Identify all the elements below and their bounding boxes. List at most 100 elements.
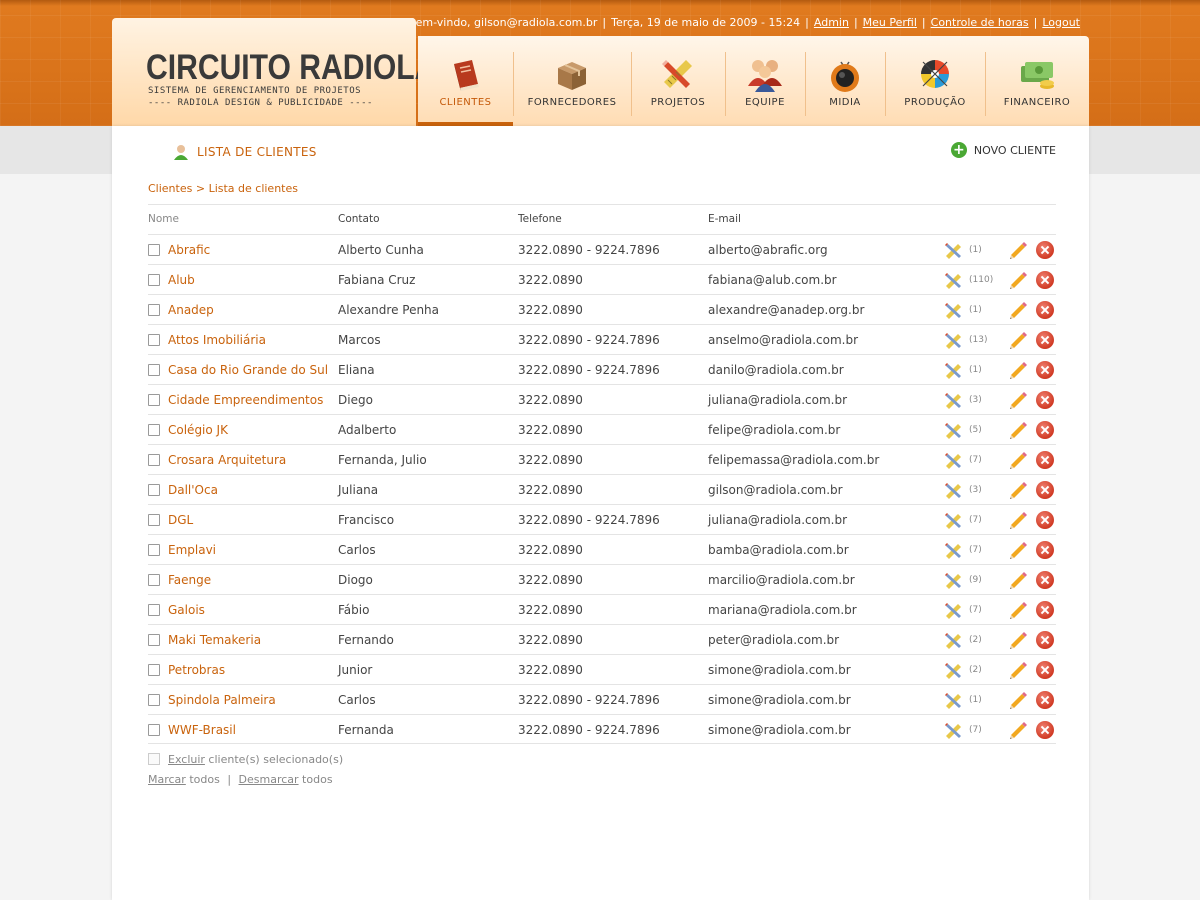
delete-icon[interactable] [1036, 661, 1054, 679]
client-name-link[interactable]: Anadep [168, 295, 214, 325]
client-name-link[interactable]: Spindola Palmeira [168, 685, 276, 715]
row-checkbox[interactable] [148, 424, 160, 436]
client-name-link[interactable]: DGL [168, 505, 193, 535]
pencil-icon[interactable] [1008, 270, 1028, 290]
projects-icon[interactable] [944, 391, 964, 409]
pencil-icon[interactable] [1008, 450, 1028, 470]
pencil-icon[interactable] [1008, 390, 1028, 410]
profile-link[interactable]: Meu Perfil [863, 16, 917, 29]
row-checkbox[interactable] [148, 574, 160, 586]
projects-icon[interactable] [944, 511, 964, 529]
client-name-link[interactable]: Alub [168, 265, 195, 295]
delete-icon[interactable] [1036, 451, 1054, 469]
delete-icon[interactable] [1036, 241, 1054, 259]
delete-icon[interactable] [1036, 391, 1054, 409]
projects-icon[interactable] [944, 541, 964, 559]
row-checkbox[interactable] [148, 394, 160, 406]
pencil-icon[interactable] [1008, 570, 1028, 590]
row-checkbox[interactable] [148, 634, 160, 646]
pencil-icon[interactable] [1008, 240, 1028, 260]
client-name-link[interactable]: Casa do Rio Grande do Sul [168, 355, 328, 385]
nav-projetos[interactable]: PROJETOS [631, 36, 725, 126]
delete-icon[interactable] [1036, 691, 1054, 709]
client-name-link[interactable]: Faenge [168, 565, 211, 595]
row-checkbox[interactable] [148, 244, 160, 256]
client-name-link[interactable]: Emplavi [168, 535, 216, 565]
client-name-link[interactable]: WWF-Brasil [168, 715, 236, 745]
pencil-icon[interactable] [1008, 420, 1028, 440]
delete-icon[interactable] [1036, 541, 1054, 559]
row-checkbox[interactable] [148, 334, 160, 346]
new-client-button[interactable]: + NOVO CLIENTE [950, 142, 1056, 158]
delete-icon[interactable] [1036, 631, 1054, 649]
delete-icon[interactable] [1036, 301, 1054, 319]
pencil-icon[interactable] [1008, 510, 1028, 530]
pencil-icon[interactable] [1008, 690, 1028, 710]
projects-icon[interactable] [944, 361, 964, 379]
delete-icon[interactable] [1036, 361, 1054, 379]
row-checkbox[interactable] [148, 604, 160, 616]
delete-icon[interactable] [1036, 721, 1054, 739]
delete-icon[interactable] [1036, 271, 1054, 289]
bulk-checkbox[interactable] [148, 753, 160, 765]
projects-icon[interactable] [944, 241, 964, 259]
client-name-link[interactable]: Galois [168, 595, 205, 625]
pencil-icon[interactable] [1008, 330, 1028, 350]
client-name-link[interactable]: Abrafic [168, 235, 210, 265]
delete-icon[interactable] [1036, 571, 1054, 589]
select-all-link[interactable]: Marcar [148, 773, 186, 786]
pencil-icon[interactable] [1008, 300, 1028, 320]
row-checkbox[interactable] [148, 514, 160, 526]
pencil-icon[interactable] [1008, 630, 1028, 650]
projects-icon[interactable] [944, 271, 964, 289]
nav-fornecedores[interactable]: FORNECEDORES [513, 36, 631, 126]
projects-icon[interactable] [944, 481, 964, 499]
hours-control-link[interactable]: Controle de horas [931, 16, 1029, 29]
projects-icon[interactable] [944, 301, 964, 319]
client-name-link[interactable]: Attos Imobiliária [168, 325, 266, 355]
client-name-link[interactable]: Cidade Empreendimentos [168, 385, 323, 415]
delete-icon[interactable] [1036, 331, 1054, 349]
breadcrumb-clientes-link[interactable]: Clientes [148, 182, 192, 195]
admin-link[interactable]: Admin [814, 16, 849, 29]
logout-link[interactable]: Logout [1042, 16, 1080, 29]
nav-clientes[interactable]: CLIENTES [418, 36, 513, 126]
pencil-icon[interactable] [1008, 600, 1028, 620]
client-name-link[interactable]: Colégio JK [168, 415, 228, 445]
row-checkbox[interactable] [148, 664, 160, 676]
nav-midia[interactable]: MIDIA [805, 36, 885, 126]
client-name-link[interactable]: Petrobras [168, 655, 225, 685]
pencil-icon[interactable] [1008, 360, 1028, 380]
row-checkbox[interactable] [148, 724, 160, 736]
nav-financeiro[interactable]: FINANCEIRO [985, 36, 1089, 126]
nav-equipe[interactable]: EQUIPE [725, 36, 805, 126]
row-checkbox[interactable] [148, 544, 160, 556]
pencil-icon[interactable] [1008, 660, 1028, 680]
projects-icon[interactable] [944, 661, 964, 679]
pencil-icon[interactable] [1008, 480, 1028, 500]
client-name-link[interactable]: Dall'Oca [168, 475, 218, 505]
row-checkbox[interactable] [148, 484, 160, 496]
projects-icon[interactable] [944, 691, 964, 709]
projects-icon[interactable] [944, 721, 964, 739]
pencil-icon[interactable] [1008, 540, 1028, 560]
row-checkbox[interactable] [148, 304, 160, 316]
row-checkbox[interactable] [148, 364, 160, 376]
delete-icon[interactable] [1036, 511, 1054, 529]
projects-icon[interactable] [944, 631, 964, 649]
client-name-link[interactable]: Crosara Arquitetura [168, 445, 286, 475]
nav-producao[interactable]: PRODUÇÃO [885, 36, 985, 126]
projects-icon[interactable] [944, 451, 964, 469]
client-name-link[interactable]: Maki Temakeria [168, 625, 261, 655]
projects-icon[interactable] [944, 571, 964, 589]
projects-icon[interactable] [944, 421, 964, 439]
row-checkbox[interactable] [148, 694, 160, 706]
delete-icon[interactable] [1036, 601, 1054, 619]
logo[interactable]: CIRCUITO RADIOLA SISTEMA DE GERENCIAMENT… [112, 18, 436, 126]
row-checkbox[interactable] [148, 274, 160, 286]
unselect-all-link[interactable]: Desmarcar [239, 773, 299, 786]
projects-icon[interactable] [944, 331, 964, 349]
pencil-icon[interactable] [1008, 720, 1028, 740]
delete-icon[interactable] [1036, 481, 1054, 499]
row-checkbox[interactable] [148, 454, 160, 466]
